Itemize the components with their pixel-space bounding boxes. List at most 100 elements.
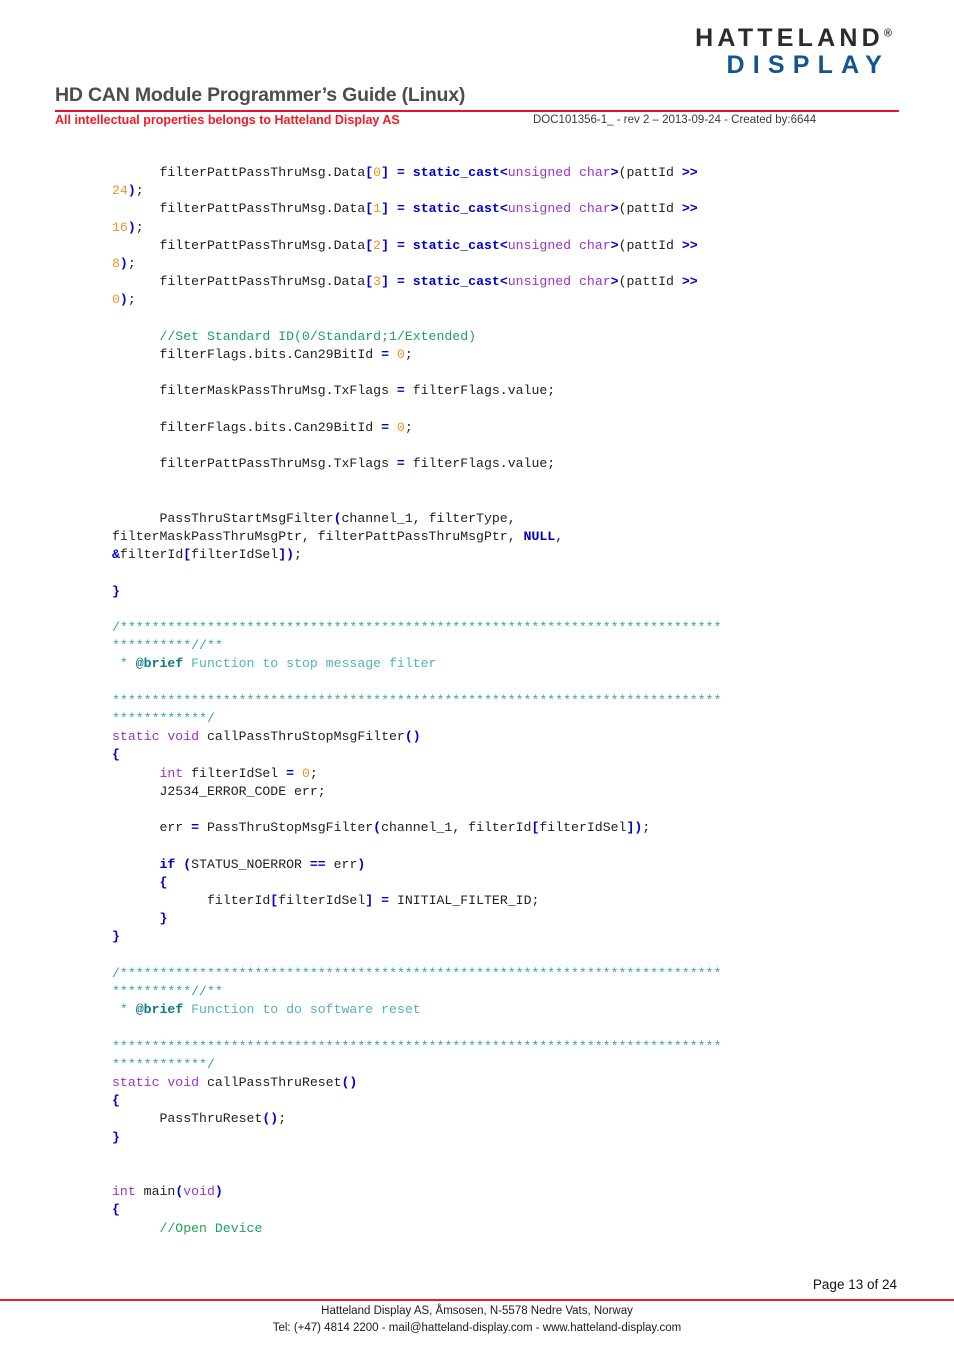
code-token: ; — [309, 765, 318, 781]
code-token: > — [610, 201, 619, 217]
code-token: filterFlags.bits.Can29BitId — [112, 419, 382, 435]
code-line: //Set Standard ID(0/Standard;1/Extended) — [112, 328, 912, 346]
code-token: ] — [381, 274, 390, 290]
code-line: { — [112, 1092, 912, 1110]
code-token: ; — [404, 419, 413, 435]
code-line: **********//** — [112, 983, 912, 1001]
code-line: if (STATUS_NOERROR == err) — [112, 856, 912, 874]
code-token: & — [112, 547, 120, 563]
code-token: @brief — [135, 1002, 184, 1018]
code-line: ************/ — [112, 1056, 912, 1074]
code-token: PassThruReset — [112, 1111, 263, 1127]
code-token: static_cast — [412, 201, 500, 217]
header-document-info: DOC101356-1_ - rev 2 – 2013-09-24 - Crea… — [533, 114, 817, 126]
code-token: } — [112, 929, 120, 945]
hatteland-display-logo: HATTELAND® DISPLAY — [695, 26, 892, 78]
code-token: void — [183, 1184, 215, 1200]
code-token: (pattId — [618, 165, 682, 180]
code-token: filterMaskPassThruMsgPtr, filterPattPass… — [112, 528, 524, 544]
code-token: 0 — [112, 292, 120, 308]
code-token: ) — [214, 1184, 223, 1200]
code-line: filterPattPassThruMsg.TxFlags = filterFl… — [112, 455, 912, 473]
code-token: filterId — [119, 547, 184, 563]
code-token: = — [396, 201, 405, 217]
code-token: ****************************************… — [112, 692, 722, 708]
footer-divider — [0, 1299, 954, 1302]
code-line: PassThruReset(); — [112, 1110, 912, 1128]
logo-hatteland-text: HATTELAND — [695, 24, 884, 52]
header-rights-notice: All intellectual properties belongs to H… — [55, 113, 400, 127]
code-token: @brief — [135, 656, 184, 672]
code-token: < — [499, 201, 508, 217]
code-token: < — [499, 274, 508, 290]
code-line: filterMaskPassThruMsgPtr, filterPattPass… — [112, 528, 912, 546]
code-line: filterFlags.bits.Can29BitId = 0; — [112, 419, 912, 437]
code-token: **********//** — [112, 983, 223, 999]
code-token: filterFlags.value; — [404, 383, 556, 399]
code-token: > — [610, 237, 619, 253]
code-token: err — [325, 856, 358, 872]
code-token: PassThruStartMsgFilter — [112, 510, 334, 526]
code-token: STATUS_NOERROR — [191, 856, 310, 872]
code-token: , — [555, 528, 564, 544]
code-token: static_cast — [412, 274, 500, 290]
code-token: static void — [112, 729, 200, 745]
code-line: } — [112, 1129, 912, 1147]
code-token: channel_1, filterId — [381, 820, 532, 836]
code-token: ****************************************… — [112, 1038, 722, 1054]
code-token: = — [381, 892, 390, 908]
code-token: = — [286, 765, 295, 781]
code-token: = — [396, 274, 405, 290]
footer-contact-line: Tel: (+47) 4814 2200 - mail@hatteland-di… — [272, 1322, 682, 1334]
code-token: ; — [294, 547, 302, 563]
code-token: (pattId — [618, 274, 682, 290]
code-token: ] — [381, 237, 390, 253]
code-token: 24 — [112, 183, 128, 199]
code-line: 0); — [112, 291, 912, 309]
code-token: 0 — [373, 165, 382, 180]
code-line: static void callPassThruStopMsgFilter() — [112, 728, 912, 746]
code-token: = — [381, 419, 389, 435]
code-token: [ — [365, 274, 374, 290]
code-token: filterPattPassThruMsg.Data — [112, 237, 366, 253]
code-line: J2534_ERROR_CODE err; — [112, 783, 912, 801]
code-token: **********//** — [112, 638, 223, 654]
code-token: channel_1, filterType, — [341, 510, 516, 526]
code-token: /***************************************… — [112, 965, 722, 981]
code-token: == — [309, 856, 326, 872]
code-line: * @brief Function to do software reset — [112, 1001, 912, 1019]
code-token: = — [381, 347, 389, 363]
code-token: ) — [127, 219, 136, 235]
code-line: filterPattPassThruMsg.Data[2] = static_c… — [112, 237, 912, 255]
footer-address-line: Hatteland Display AS, Åmsosen, N-5578 Ne… — [321, 1305, 633, 1317]
code-token: { — [159, 874, 168, 890]
code-token: if — [159, 856, 176, 872]
code-token: 2 — [373, 237, 382, 253]
code-line: err = PassThruStopMsgFilter(channel_1, f… — [112, 819, 912, 837]
code-token: = — [396, 383, 405, 399]
code-token: ; — [127, 292, 136, 308]
code-token: ( — [333, 510, 342, 526]
logo-wordmark-hatteland: HATTELAND® — [695, 26, 892, 51]
code-token: } — [112, 1129, 120, 1145]
code-token: [ — [365, 165, 374, 180]
code-line: { — [112, 1201, 912, 1219]
code-token: int — [159, 765, 184, 781]
